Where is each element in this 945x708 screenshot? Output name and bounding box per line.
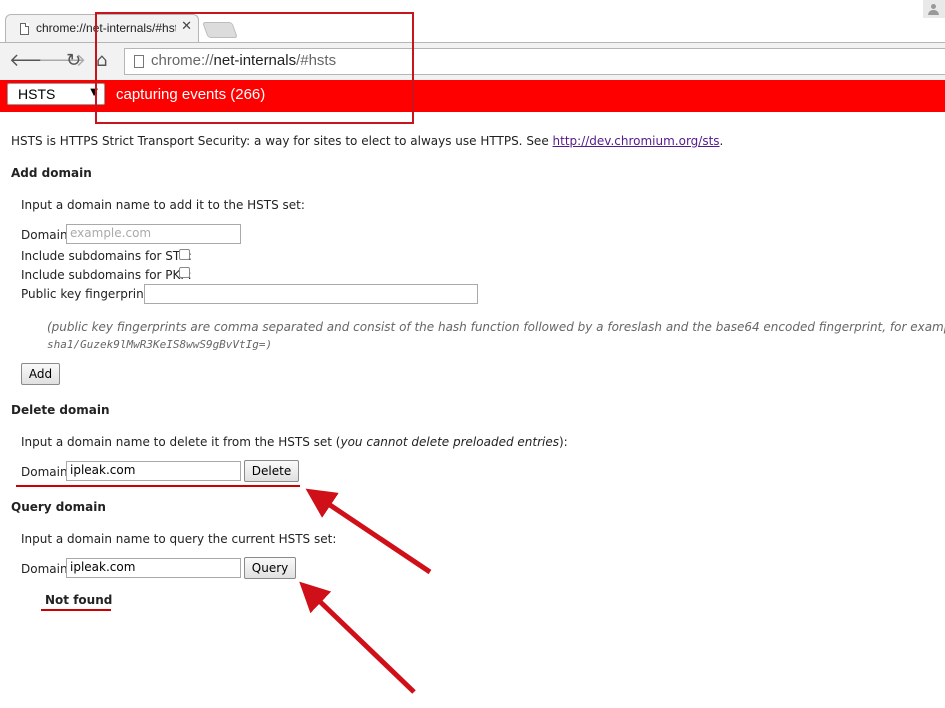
annotation-arrows bbox=[299, 488, 432, 694]
arrow-to-query bbox=[299, 581, 416, 694]
arrow-to-delete bbox=[305, 488, 432, 575]
